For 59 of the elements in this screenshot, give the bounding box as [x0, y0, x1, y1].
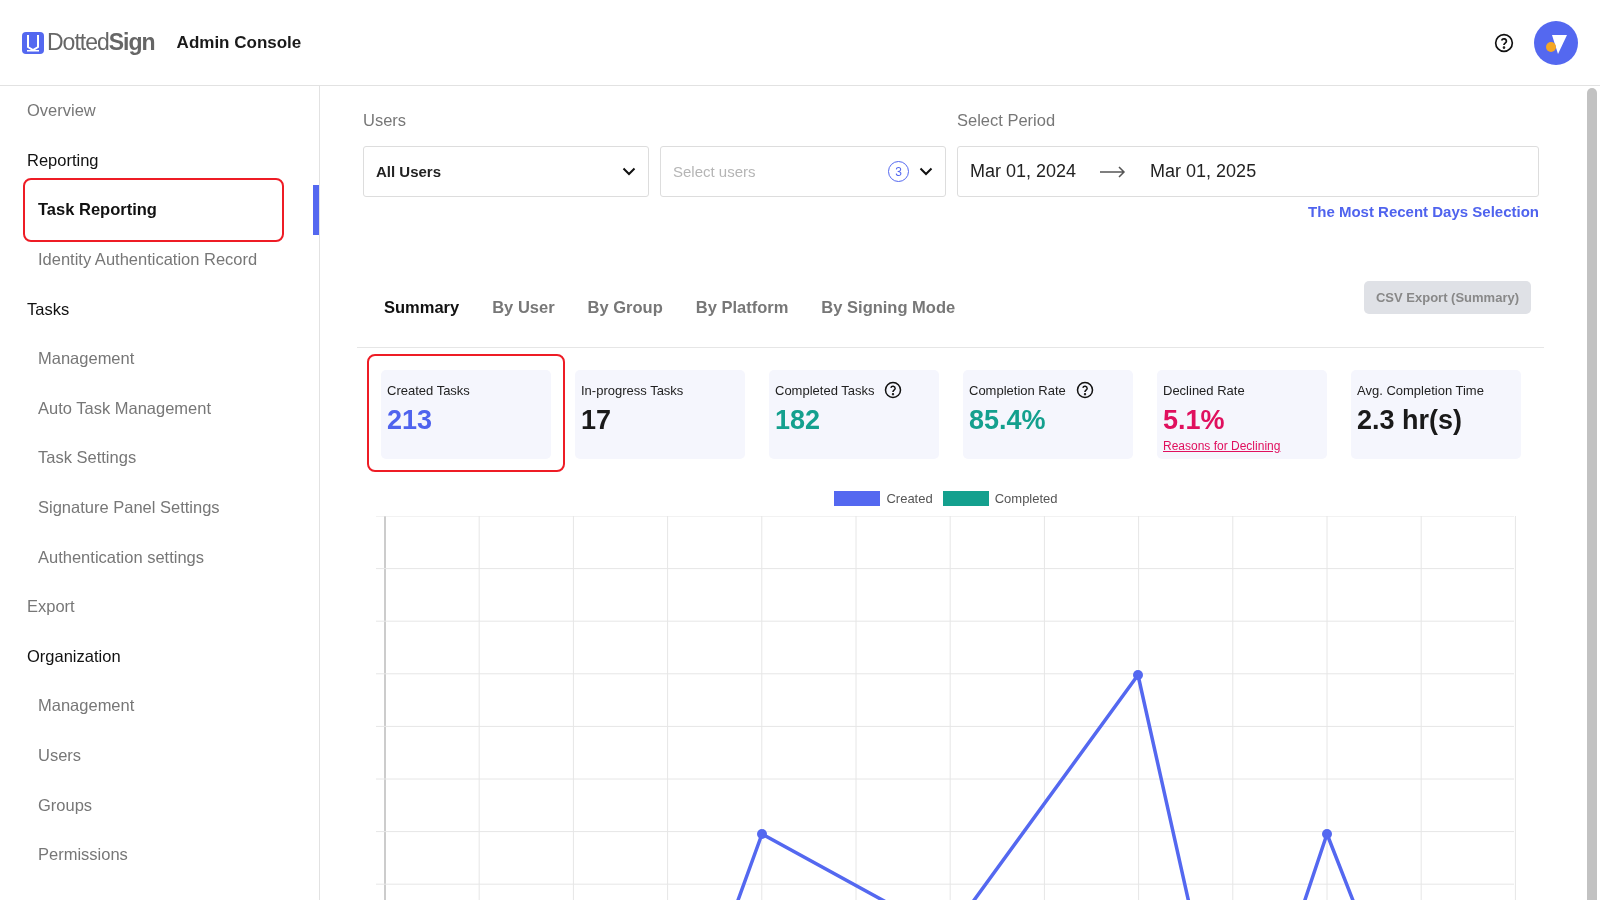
tab[interactable]: By Platform [695, 298, 789, 317]
data-point [757, 829, 767, 839]
declining-reasons-link[interactable]: Reasons for Declining [1163, 439, 1281, 453]
legend-label: Completed [994, 490, 1058, 506]
selection-bar [313, 185, 319, 235]
recent-days-link[interactable]: The Most Recent Days Selection [1308, 203, 1539, 220]
scrollbar[interactable] [1587, 88, 1597, 900]
sidebar-section-title: Organization [27, 646, 121, 666]
sidebar-item[interactable]: Identity Authentication Record [38, 250, 258, 270]
help-icon[interactable] [1075, 381, 1094, 399]
logo-icon [22, 31, 44, 54]
field-label: Select Period [957, 111, 1057, 131]
avatar[interactable] [1534, 20, 1578, 65]
sidebar-item[interactable]: Overview [27, 101, 96, 121]
tab[interactable]: Summary [384, 298, 460, 317]
logo-text: DottedSign [47, 29, 155, 56]
sidebar-item[interactable]: Signature Panel Settings [38, 498, 220, 518]
stat-label: In-progress Tasks [581, 382, 684, 398]
sidebar-item[interactable]: Groups [38, 795, 93, 815]
tab[interactable]: By Group [587, 298, 663, 317]
stat-label: Completion Rate [969, 382, 1066, 398]
sidebar-item[interactable]: Task Reporting [38, 200, 157, 220]
help-icon[interactable] [884, 381, 903, 399]
sidebar-item[interactable]: Management [38, 349, 135, 369]
sidebar-item[interactable]: Authentication settings [38, 547, 205, 567]
stat-label: Declined Rate [1163, 382, 1245, 398]
app-title: Admin Console [176, 32, 302, 53]
date-range-field[interactable]: Mar 01, 2024 Mar 01, 2025 [957, 146, 1539, 197]
arrow-right-icon [1100, 165, 1127, 178]
tab[interactable]: By Signing Mode [821, 298, 956, 317]
start-date: Mar 01, 2024 [970, 161, 1077, 182]
legend-label: Created [886, 490, 933, 506]
data-point [1322, 829, 1332, 839]
sidebar-item[interactable]: Auto Task Management [38, 398, 212, 418]
field-label: Users [363, 111, 408, 131]
sidebar-item[interactable]: Export [27, 597, 75, 617]
stat-label: Completed Tasks [775, 382, 875, 398]
stat-label: Avg. Completion Time [1357, 382, 1484, 398]
sidebar-section-title: Reporting [27, 150, 99, 170]
users-select-field[interactable]: Select users 3 [660, 146, 946, 197]
chevron-down-icon [919, 167, 933, 176]
stat-value: 85.4% [969, 405, 1047, 436]
help-icon[interactable] [1494, 32, 1514, 53]
stat-value: 182 [775, 405, 822, 436]
sidebar-item[interactable]: Management [38, 696, 135, 716]
sidebar-item[interactable]: Task Settings [38, 448, 137, 468]
stat-value: 17 [581, 405, 613, 436]
end-date: Mar 01, 2025 [1150, 161, 1257, 182]
sidebar-section-title: Tasks [27, 299, 70, 319]
data-point [1133, 670, 1143, 680]
stat-value: 213 [387, 405, 434, 436]
users-dropdown[interactable]: All Users [363, 146, 649, 197]
stat-value: 5.1% [1163, 405, 1226, 436]
stat-label: Created Tasks [387, 382, 470, 398]
sidebar-item[interactable]: Permissions [38, 845, 128, 865]
tab[interactable]: By User [492, 298, 555, 317]
chevron-down-icon [622, 167, 636, 176]
stat-value: 2.3 hr(s) [1357, 405, 1464, 436]
sidebar-item[interactable]: Users [38, 746, 82, 765]
